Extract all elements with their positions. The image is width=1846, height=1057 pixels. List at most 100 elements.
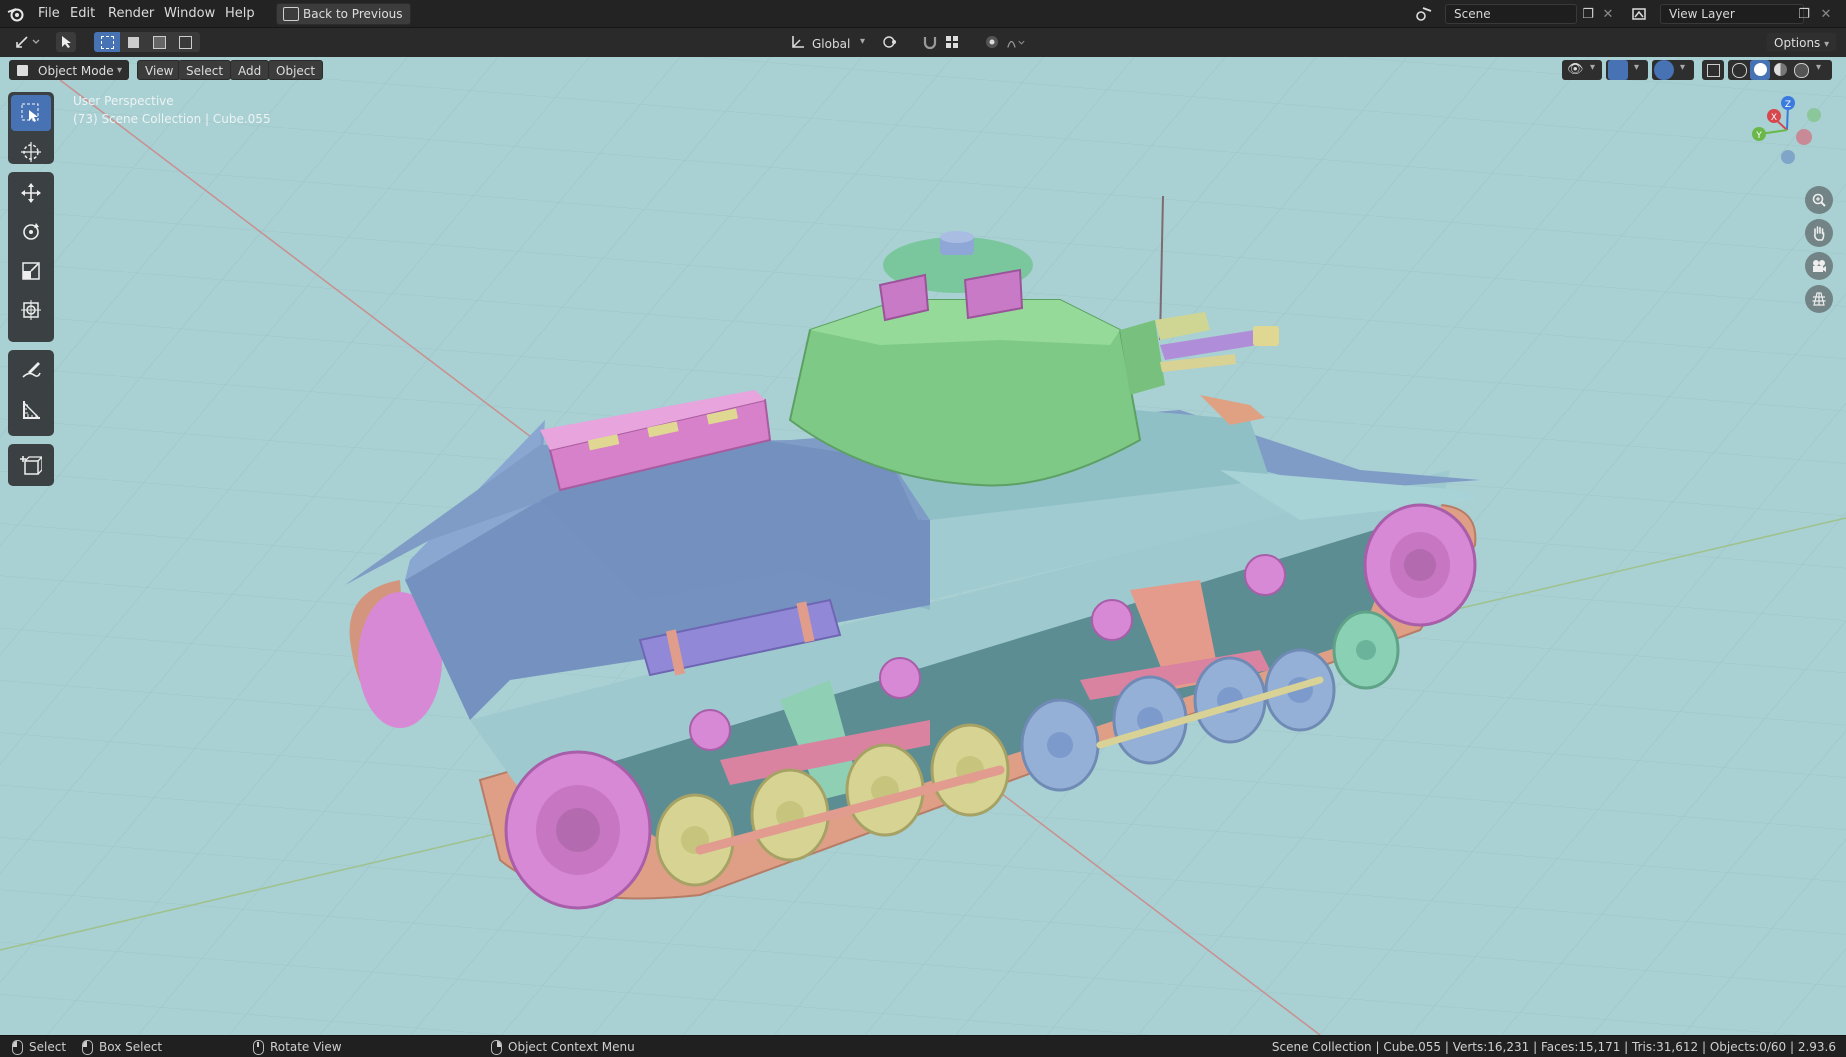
- overlays-toggle[interactable]: ▾: [1652, 60, 1694, 80]
- annotate-icon[interactable]: [11, 353, 51, 389]
- snap-magnet-icon[interactable]: [920, 32, 940, 52]
- orientation-dropdown[interactable]: Global: [812, 37, 850, 51]
- proportional-editing-icon[interactable]: [982, 32, 1002, 52]
- tool-cursor-mode-icon[interactable]: [56, 32, 76, 52]
- options-dropdown[interactable]: Options ▾: [1766, 32, 1838, 52]
- move-icon[interactable]: [11, 175, 51, 211]
- gizmo-z-label: Z: [1785, 100, 1791, 110]
- status-rotate-view-label: Rotate View: [270, 1040, 342, 1054]
- viewport-scene: [0, 57, 1846, 1035]
- collection-label: (73) Scene Collection | Cube.055: [73, 112, 271, 126]
- menu-edit[interactable]: Edit: [64, 4, 101, 24]
- status-context-menu: Object Context Menu: [491, 1039, 635, 1055]
- view-menu-button[interactable]: View: [137, 60, 182, 80]
- status-select: Select: [12, 1039, 66, 1055]
- navigation-gizmo[interactable]: Z X Y: [1740, 92, 1840, 182]
- status-context-menu-label: Object Context Menu: [508, 1040, 635, 1054]
- material-shading-icon[interactable]: [1774, 63, 1787, 76]
- status-box-select-label: Box Select: [99, 1040, 163, 1054]
- mouse-right-icon: [491, 1040, 502, 1055]
- rotate-icon[interactable]: [11, 214, 51, 250]
- back-to-previous-button[interactable]: Back to Previous: [276, 3, 411, 25]
- menu-file[interactable]: File: [32, 4, 66, 24]
- scene-icon[interactable]: [1414, 4, 1434, 24]
- camera-icon[interactable]: [1805, 252, 1833, 280]
- object-mode-label: Object Mode: [38, 64, 114, 78]
- chevron-down-icon[interactable]: ▾: [1816, 62, 1821, 73]
- new-scene-icon[interactable]: ❐: [1578, 4, 1598, 24]
- toolbar-annotate-group: [8, 350, 54, 436]
- chevron-down-icon: ▾: [1634, 62, 1640, 73]
- chevron-down-icon: ▾: [1680, 62, 1686, 73]
- view-layer-icon[interactable]: [1630, 4, 1650, 24]
- add-cube-icon[interactable]: [11, 447, 51, 483]
- options-label: Options: [1774, 36, 1821, 50]
- top-menu-bar: File Edit Render Window Help Back to Pre…: [0, 0, 1846, 28]
- status-bar: Select Box Select Rotate View Object Con…: [0, 1035, 1846, 1057]
- pivot-point-icon[interactable]: [882, 32, 902, 52]
- gizmo-y-label: Y: [1755, 131, 1762, 141]
- 3d-viewport[interactable]: User Perspective (73) Scene Collection |…: [0, 57, 1846, 1035]
- chevron-down-icon: ▾: [1590, 62, 1596, 73]
- visibility-dropdown[interactable]: 👁 ▾: [1562, 60, 1602, 80]
- scene-statistics: Scene Collection | Cube.055 | Verts:16,2…: [1271, 1040, 1836, 1054]
- object-mode-dropdown[interactable]: Object Mode ▾: [9, 60, 129, 80]
- transform-icon[interactable]: [11, 292, 51, 328]
- menu-help[interactable]: Help: [219, 4, 261, 24]
- falloff-curve-icon[interactable]: [1006, 32, 1026, 52]
- overlays-icon: [1654, 60, 1674, 80]
- zoom-icon[interactable]: [1805, 186, 1833, 214]
- scene-name-field[interactable]: Scene: [1445, 4, 1577, 24]
- select-new-icon[interactable]: [94, 32, 120, 52]
- ortho-grid-icon[interactable]: [1805, 285, 1833, 313]
- rendered-shading-icon[interactable]: [1794, 63, 1809, 78]
- xray-square: [1707, 64, 1720, 77]
- status-box-select: Box Select: [82, 1039, 162, 1055]
- delete-view-layer-icon[interactable]: ✕: [1816, 4, 1836, 24]
- delete-scene-icon[interactable]: ✕: [1598, 4, 1618, 24]
- select-extend-icon[interactable]: [120, 32, 146, 52]
- add-menu-button[interactable]: Add: [230, 60, 270, 80]
- blender-logo-icon[interactable]: [6, 4, 26, 24]
- menu-window[interactable]: Window: [158, 4, 221, 24]
- toolbar-add-group: [8, 444, 54, 486]
- status-select-label: Select: [29, 1040, 67, 1054]
- select-intersect-icon[interactable]: [172, 32, 198, 52]
- select-box-icon[interactable]: [11, 95, 51, 131]
- back-to-previous-label: Back to Previous: [303, 7, 403, 21]
- status-rotate-view: Rotate View: [253, 1039, 342, 1055]
- wireframe-shading-icon[interactable]: [1732, 63, 1747, 78]
- gizmo-x-label: X: [1771, 113, 1777, 123]
- new-view-layer-icon[interactable]: ❐: [1794, 4, 1814, 24]
- measure-icon[interactable]: [11, 392, 51, 428]
- mouse-left-icon: [12, 1040, 23, 1055]
- mouse-middle-icon: [253, 1040, 264, 1055]
- chevron-down-icon[interactable]: ▾: [860, 36, 865, 47]
- eye-icon: 👁: [1567, 62, 1584, 77]
- selection-mode-group: [94, 32, 200, 52]
- object-menu-button[interactable]: Object: [268, 60, 324, 80]
- select-menu-button[interactable]: Select: [178, 60, 232, 80]
- xray-toggle-icon[interactable]: [1702, 60, 1724, 80]
- gizmo-toggle[interactable]: ▾: [1606, 60, 1648, 80]
- mouse-drag-icon: [82, 1040, 93, 1055]
- tool-header: Global ▾ Options ▾: [0, 28, 1846, 57]
- select-subtract-icon[interactable]: [146, 32, 172, 52]
- perspective-label: User Perspective: [73, 94, 174, 108]
- gizmo-icon: [1608, 60, 1628, 80]
- scale-icon[interactable]: [11, 253, 51, 289]
- menu-render[interactable]: Render: [102, 4, 160, 24]
- toolbar-transform-group: [8, 172, 54, 342]
- chevron-down-icon: ▾: [1824, 39, 1830, 50]
- toolbar-select-group: [8, 92, 54, 164]
- screen-icon: [283, 7, 299, 21]
- view-layer-field[interactable]: View Layer: [1660, 4, 1804, 24]
- snap-increment-icon[interactable]: [942, 32, 962, 52]
- pan-hand-icon[interactable]: [1805, 219, 1833, 247]
- orientation-icon: [788, 32, 808, 52]
- editor-type-icon[interactable]: [12, 32, 42, 52]
- solid-shading-icon[interactable]: [1750, 60, 1770, 80]
- shading-mode-group: ▾: [1728, 60, 1832, 80]
- cursor-icon[interactable]: [11, 134, 51, 170]
- chevron-down-icon: ▾: [116, 65, 122, 76]
